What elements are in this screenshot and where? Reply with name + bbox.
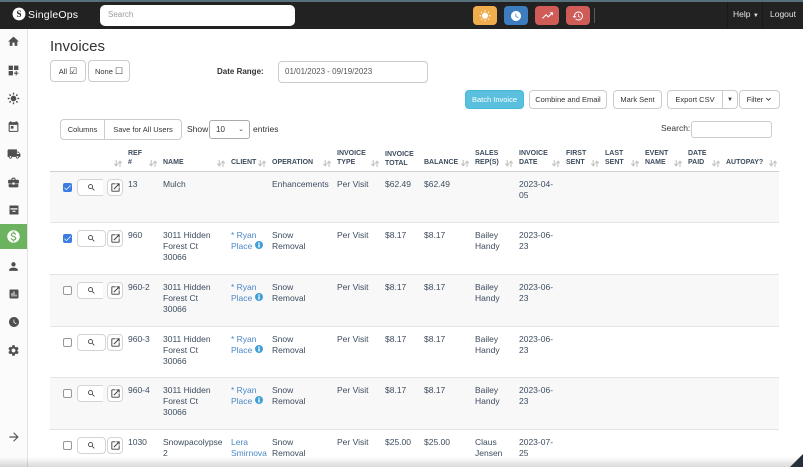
svg-text:S: S: [16, 9, 21, 19]
